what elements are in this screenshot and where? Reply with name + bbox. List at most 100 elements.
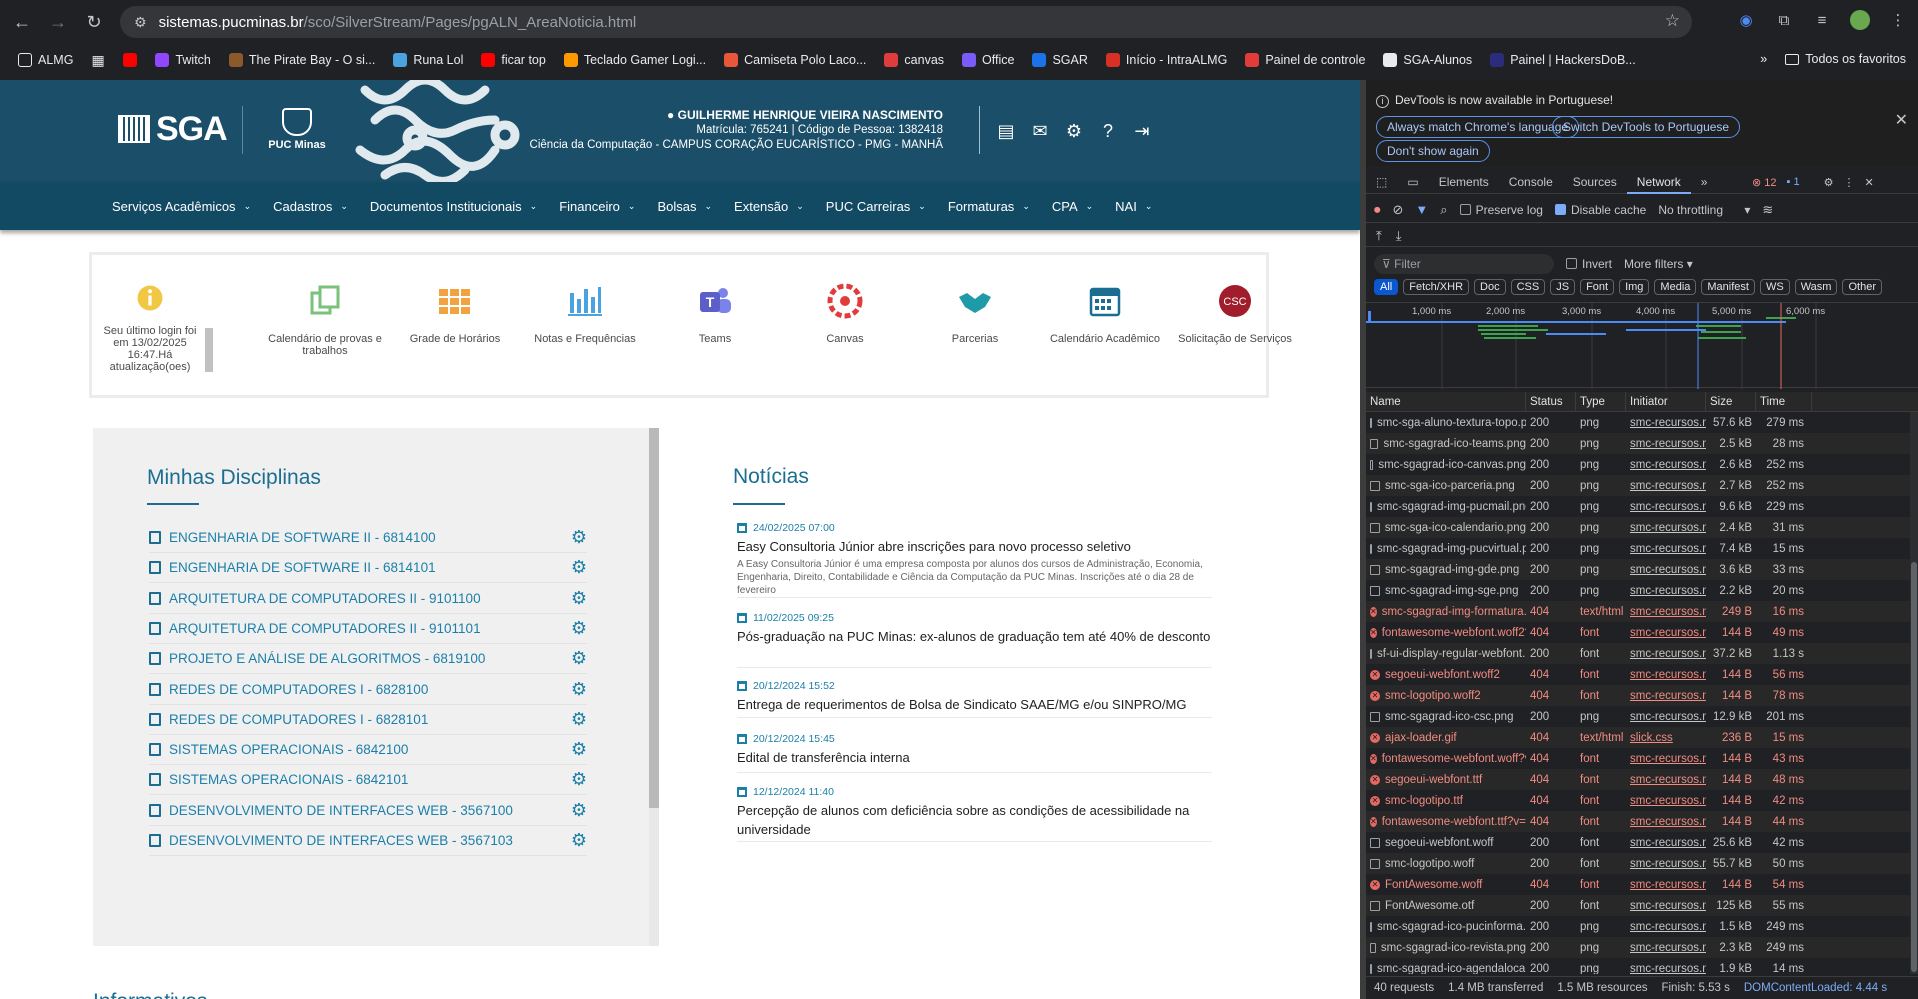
request-init[interactable]: smc-recursos.min... (1626, 900, 1706, 912)
scrollbar-thumb[interactable] (1911, 562, 1917, 972)
network-row[interactable]: smc-sgagrad-ico-agendalocal.... 200 png smc… (1366, 958, 1918, 974)
shortcut-solicitacao-servicos[interactable]: CSC Solicitação de Serviços (1175, 283, 1295, 345)
bookmark-item[interactable]: Painel | HackersDoB... (1490, 53, 1636, 67)
more-filters-dropdown[interactable]: More filters ▾ (1624, 257, 1693, 271)
bookmark-item[interactable]: Painel de controle (1245, 53, 1365, 67)
network-row[interactable]: ✕ segoeui-webfont.ttf 404 font smc-recursos.… (1366, 769, 1918, 790)
type-filter-media[interactable]: Media (1654, 279, 1697, 295)
news-item[interactable]: 11/02/2025 09:25 Pós-graduação na PUC Min… (737, 612, 1212, 668)
clear-icon[interactable]: ⊘ (1393, 202, 1404, 218)
shortcut-teams[interactable]: T Teams (655, 283, 775, 345)
request-init[interactable]: smc-recursos.min... (1626, 921, 1706, 933)
request-init[interactable]: smc-recursos.min... (1626, 669, 1706, 681)
filter-icon[interactable]: ▼ (1415, 202, 1428, 217)
network-row[interactable]: FontAwesome.otf 200 font smc-recursos.min..… (1366, 895, 1918, 916)
disciplina-row[interactable]: ENGENHARIA DE SOFTWARE II - 6814101 ⚙ (149, 553, 587, 584)
scrollbar-thumb[interactable] (649, 428, 659, 808)
network-row[interactable]: smc-sgagrad-ico-csc.png 200 png smc-recurso… (1366, 706, 1918, 727)
disciplina-label[interactable]: ENGENHARIA DE SOFTWARE II - 6814100 (169, 530, 571, 545)
request-init[interactable]: smc-recursos.min... (1626, 585, 1706, 597)
gear-icon[interactable]: ⚙ (571, 648, 587, 669)
logout-icon[interactable]: ⇥ (1131, 120, 1153, 142)
network-scrollbar[interactable] (1910, 412, 1918, 974)
network-row[interactable]: segoeui-webfont.woff 200 font smc-recursos.… (1366, 832, 1918, 853)
disciplina-row[interactable]: PROJETO E ANÁLISE DE ALGORITMOS - 681910… (149, 644, 587, 675)
tab-network[interactable]: Network (1626, 170, 1691, 194)
column-header-name[interactable]: Name (1366, 391, 1526, 412)
site-info-icon[interactable]: ⚙ (134, 14, 147, 31)
filter-input[interactable]: ⊽ Filter (1374, 254, 1554, 274)
bookmark-item[interactable]: Início - IntraALMG (1105, 53, 1227, 67)
disciplina-label[interactable]: PROJETO E ANÁLISE DE ALGORITMOS - 681910… (169, 651, 571, 666)
avatar[interactable] (1848, 8, 1872, 32)
network-row[interactable]: ✕ segoeui-webfont.woff2 404 font smc-recurso… (1366, 664, 1918, 685)
network-timeline[interactable]: 1,000 ms 2,000 ms 3,000 ms 4,000 ms 5,000 ms… (1366, 302, 1918, 389)
gear-icon[interactable]: ⚙ (571, 769, 587, 790)
bookmarks-more-icon[interactable]: » (1760, 52, 1767, 66)
record-icon[interactable]: ⏺ (1374, 202, 1381, 218)
request-init[interactable]: smc-recursos.min... (1626, 480, 1706, 492)
network-row[interactable]: ✕ smc-logotipo.woff2 404 font smc-recursos.m… (1366, 685, 1918, 706)
gear-icon[interactable]: ⚙ (1063, 120, 1085, 142)
news-headline[interactable]: Entrega de requerimentos de Bolsa de Sin… (737, 695, 1212, 714)
news-item[interactable]: 20/12/2024 15:52 Entrega de requerimentos… (737, 680, 1212, 718)
request-init[interactable]: smc-recursos.min... (1626, 837, 1706, 849)
more-icon[interactable]: ⋮ (1844, 176, 1855, 189)
export-icon[interactable]: ⤓ (1396, 228, 1402, 244)
disciplina-row[interactable]: DESENVOLVIMENTO DE INTERFACES WEB - 3567… (149, 796, 587, 826)
extension-icon[interactable]: ◉ (1734, 8, 1758, 32)
disciplina-label[interactable]: REDES DE COMPUTADORES I - 6828100 (169, 682, 571, 697)
type-filter-ws[interactable]: WS (1759, 279, 1790, 295)
switch-language-button[interactable]: Switch DevTools to Portuguese (1552, 116, 1741, 138)
network-row[interactable]: ✕ fontawesome-webfont.ttf?v=4... 404 font sm… (1366, 811, 1918, 832)
address-bar[interactable]: ⚙ sistemas.pucminas.br/sco/SilverStream/… (120, 6, 1692, 38)
close-icon[interactable]: ✕ (1895, 110, 1908, 130)
shortcut-grade-horarios[interactable]: Grade de Horários (395, 283, 515, 345)
menu-icon[interactable]: ⋮ (1886, 8, 1910, 32)
news-item[interactable]: 24/02/2025 07:00 Easy Consultoria Júnior … (737, 522, 1212, 598)
column-header-status[interactable]: Status (1526, 391, 1576, 412)
message-badge[interactable]: ▪ 1 (1787, 176, 1800, 189)
bookmark-item[interactable]: The Pirate Bay - O si... (228, 53, 375, 67)
news-item[interactable]: 12/12/2024 11:40 Percepção de alunos com … (737, 786, 1212, 842)
type-filter-wasm[interactable]: Wasm (1794, 279, 1838, 295)
request-init[interactable]: smc-recursos.min... (1626, 711, 1706, 723)
network-row[interactable]: ✕ fontawesome-webfont.woff2?v... 404 font sm… (1366, 622, 1918, 643)
help-icon[interactable]: ? (1097, 120, 1119, 142)
nav-item[interactable]: Serviços Acadêmicos ⌄ (112, 199, 251, 214)
media-icon[interactable]: ≡ (1810, 8, 1834, 32)
type-filter-css[interactable]: CSS (1510, 279, 1546, 295)
network-row[interactable]: smc-sga-ico-parceria.png 200 png smc-recurs… (1366, 475, 1918, 496)
request-init[interactable]: smc-recursos.min... (1626, 564, 1706, 576)
nav-item[interactable]: Bolsas ⌄ (657, 199, 712, 214)
column-header-time[interactable]: Time (1756, 391, 1812, 412)
nav-item[interactable]: CPA ⌄ (1052, 199, 1093, 214)
disciplina-label[interactable]: DESENVOLVIMENTO DE INTERFACES WEB - 3567… (169, 803, 571, 818)
bookmark-item[interactable]: ALMG (18, 53, 73, 67)
request-init[interactable]: smc-recursos.min... (1626, 606, 1706, 618)
gear-icon[interactable]: ⚙ (571, 800, 587, 821)
disciplina-row[interactable]: ARQUITETURA DE COMPUTADORES II - 9101100… (149, 584, 587, 614)
network-row[interactable]: smc-sgagrad-img-gde.png 200 png smc-recurso… (1366, 559, 1918, 580)
tab-console[interactable]: Console (1499, 170, 1563, 194)
bookmark-item[interactable]: Office (962, 53, 1014, 67)
type-filter-js[interactable]: JS (1550, 279, 1576, 295)
gear-icon[interactable]: ⚙ (571, 618, 587, 639)
nav-item[interactable]: Documentos Institucionais ⌄ (370, 199, 537, 214)
request-init[interactable]: smc-recursos.min... (1626, 963, 1706, 975)
newspaper-icon[interactable]: ▤ (995, 120, 1017, 142)
request-init[interactable]: smc-recursos.min... (1626, 522, 1706, 534)
import-icon[interactable]: ⤒ (1376, 228, 1382, 244)
tab-elements[interactable]: Elements (1429, 170, 1499, 194)
nav-item[interactable]: Extensão ⌄ (734, 199, 804, 214)
gear-icon[interactable]: ⚙ (571, 527, 587, 548)
device-toggle-icon[interactable]: ▭ (1397, 170, 1428, 194)
column-header-type[interactable]: Type (1576, 391, 1626, 412)
network-row[interactable]: smc-sgagrad-img-pucvirtual.p... 200 png smc… (1366, 538, 1918, 559)
tab-sources[interactable]: Sources (1563, 170, 1627, 194)
network-row[interactable]: ✕ ajax-loader.gif 404 text/html slick.css 236… (1366, 727, 1918, 748)
disciplina-row[interactable]: SISTEMAS OPERACIONAIS - 6842101 ⚙ (149, 765, 587, 796)
shortcut-calendario-provas[interactable]: Calendário de provas e trabalhos (265, 283, 385, 357)
shortcut-canvas[interactable]: Canvas (785, 283, 905, 345)
bookmark-item[interactable]: SGA-Alunos (1383, 53, 1472, 67)
